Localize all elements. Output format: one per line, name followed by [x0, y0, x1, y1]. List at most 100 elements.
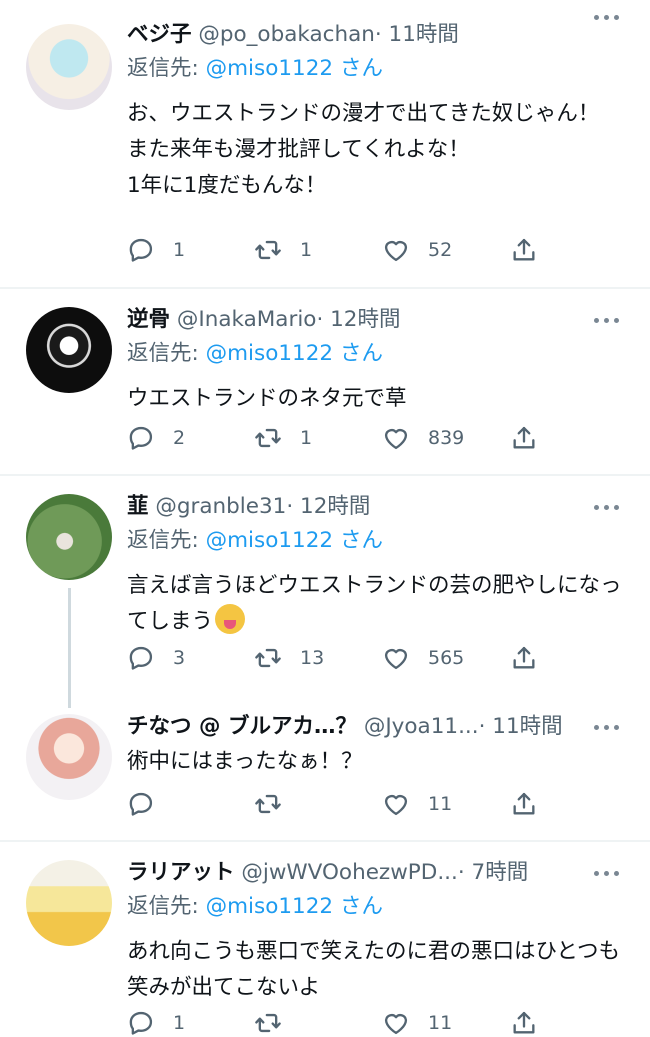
like-button[interactable]: 839 [382, 418, 464, 458]
share-icon [510, 424, 538, 452]
like-button[interactable]: 11 [382, 1003, 452, 1037]
reply-icon [127, 790, 155, 818]
avatar[interactable] [26, 860, 112, 946]
reply-context: 返信先: @miso1122 さん [127, 337, 632, 371]
reply-count: 1 [173, 1012, 186, 1034]
display-name[interactable]: 逆骨 [127, 307, 170, 332]
reply-mention[interactable]: @miso1122 [206, 56, 334, 81]
retweet-button[interactable] [254, 784, 300, 824]
retweet-button[interactable] [254, 1003, 300, 1037]
more-icon[interactable] [594, 303, 620, 337]
reply-mention[interactable]: @miso1122 [206, 341, 334, 366]
more-icon[interactable] [594, 0, 620, 34]
tweet[interactable]: チなつ @ ブルアカ…？ @Jyoa11...· 11時間 術中にはまったなぁ！… [0, 696, 650, 840]
user-handle[interactable]: @jwWVOohezwPD... [241, 860, 457, 885]
avatar[interactable] [26, 24, 112, 110]
reply-count: 1 [173, 239, 186, 261]
like-icon [382, 644, 410, 672]
user-handle[interactable]: @po_obakachan [198, 22, 375, 47]
reply-suffix: さん [339, 528, 383, 553]
like-count: 565 [428, 647, 465, 669]
reply-count: 2 [173, 427, 186, 449]
more-icon[interactable] [594, 856, 620, 890]
like-icon [382, 236, 410, 264]
timestamp[interactable]: · 7時間 [458, 860, 528, 885]
like-icon [382, 790, 410, 818]
tweet-text: お、ウエストランドの漫才で出てきた奴じゃん！ また来年も漫才批評してくれよな！ … [127, 101, 600, 198]
share-icon [510, 1009, 538, 1037]
reply-mention[interactable]: @miso1122 [206, 528, 334, 553]
reply-context: 返信先: @miso1122 さん [127, 890, 632, 924]
reply-context: 返信先: @miso1122 さん [127, 52, 632, 86]
like-button[interactable]: 565 [382, 638, 464, 678]
like-count: 839 [428, 427, 465, 449]
tweet[interactable]: 逆骨 @InakaMario· 12時間 返信先: @miso1122 さん ウ… [0, 289, 650, 474]
share-button[interactable] [510, 230, 538, 270]
reply-prefix: 返信先: [127, 894, 199, 919]
share-icon [510, 790, 538, 818]
timestamp[interactable]: · 12時間 [316, 307, 400, 332]
tweet-header: 逆骨 @InakaMario· 12時間 [127, 303, 632, 337]
like-count: 11 [428, 1012, 453, 1034]
like-button[interactable]: 52 [382, 230, 452, 270]
reply-button[interactable] [127, 784, 173, 824]
tweet[interactable]: ベジ子 @po_obakachan· 11時間 返信先: @miso1122 さ… [0, 0, 650, 287]
thread-line [68, 588, 71, 708]
more-icon[interactable] [594, 710, 620, 744]
reply-mention[interactable]: @miso1122 [206, 894, 334, 919]
reply-suffix: さん [339, 894, 383, 919]
reply-count: 3 [173, 647, 186, 669]
display-name[interactable]: チなつ @ ブルアカ…？ [127, 714, 357, 739]
like-count: 11 [428, 793, 453, 815]
reply-suffix: さん [339, 341, 383, 366]
display-name[interactable]: ラリアット [127, 860, 235, 885]
share-button[interactable] [510, 784, 538, 824]
tweet-text: あれ向こうも悪口で笑えたのに君の悪口はひとつも笑みが出てこないよ [127, 939, 620, 1000]
reply-button[interactable]: 2 [127, 418, 185, 458]
tweet-text: ウエストランドのネタ元で草 [127, 386, 407, 411]
reply-button[interactable]: 1 [127, 230, 185, 270]
reply-button[interactable]: 1 [127, 1003, 185, 1037]
retweet-icon [254, 644, 282, 672]
like-button[interactable]: 11 [382, 784, 452, 824]
avatar[interactable] [26, 307, 112, 393]
tweet[interactable]: ラリアット @jwWVOohezwPD...· 7時間 返信先: @miso11… [0, 842, 650, 1037]
retweet-count: 13 [300, 647, 325, 669]
retweet-count: 1 [300, 427, 313, 449]
reply-prefix: 返信先: [127, 341, 199, 366]
reply-button[interactable]: 3 [127, 638, 185, 678]
user-handle[interactable]: @Jyoa11... [364, 714, 479, 739]
retweet-icon [254, 236, 282, 264]
retweet-count: 1 [300, 239, 313, 261]
timestamp[interactable]: · 11時間 [375, 22, 459, 47]
reply-icon [127, 236, 155, 264]
share-button[interactable] [510, 418, 538, 458]
squinting-face-with-tongue-icon [215, 604, 246, 634]
reply-prefix: 返信先: [127, 56, 199, 81]
more-icon[interactable] [594, 490, 620, 524]
avatar[interactable] [26, 714, 112, 800]
timestamp[interactable]: · 12時間 [286, 494, 370, 519]
retweet-button[interactable]: 13 [254, 638, 324, 678]
reply-icon [127, 424, 155, 452]
retweet-icon [254, 790, 282, 818]
share-button[interactable] [510, 638, 538, 678]
display-name[interactable]: ベジ子 [127, 22, 192, 47]
timestamp[interactable]: · 11時間 [479, 714, 563, 739]
tweet-header: 韮 @granble31· 12時間 [127, 490, 632, 524]
tweet-header: ベジ子 @po_obakachan· 11時間 [127, 18, 632, 52]
reply-suffix: さん [339, 56, 383, 81]
display-name[interactable]: 韮 [127, 494, 149, 519]
like-icon [382, 1009, 410, 1037]
tweet-header: ラリアット @jwWVOohezwPD...· 7時間 [127, 856, 632, 890]
tweet[interactable]: 韮 @granble31· 12時間 返信先: @miso1122 さん 言えば… [0, 476, 650, 708]
share-button[interactable] [510, 1003, 538, 1037]
like-count: 52 [428, 239, 453, 261]
user-handle[interactable]: @granble31 [155, 494, 286, 519]
retweet-button[interactable]: 1 [254, 418, 312, 458]
avatar[interactable] [26, 494, 112, 580]
like-icon [382, 424, 410, 452]
tweet-text: 術中にはまったなぁ！？ [127, 749, 363, 774]
user-handle[interactable]: @InakaMario [177, 307, 317, 332]
retweet-button[interactable]: 1 [254, 230, 312, 270]
